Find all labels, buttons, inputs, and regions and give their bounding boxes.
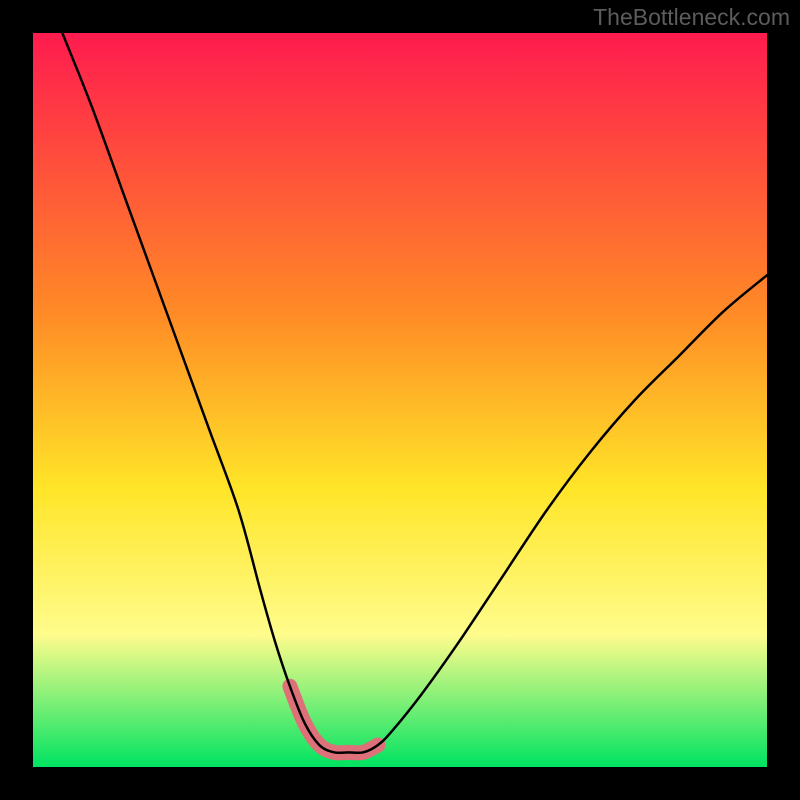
bottleneck-chart — [0, 0, 800, 800]
gradient-background — [33, 33, 767, 767]
watermark-text: TheBottleneck.com — [593, 4, 790, 31]
chart-frame: { "watermark": "TheBottleneck.com", "col… — [0, 0, 800, 800]
